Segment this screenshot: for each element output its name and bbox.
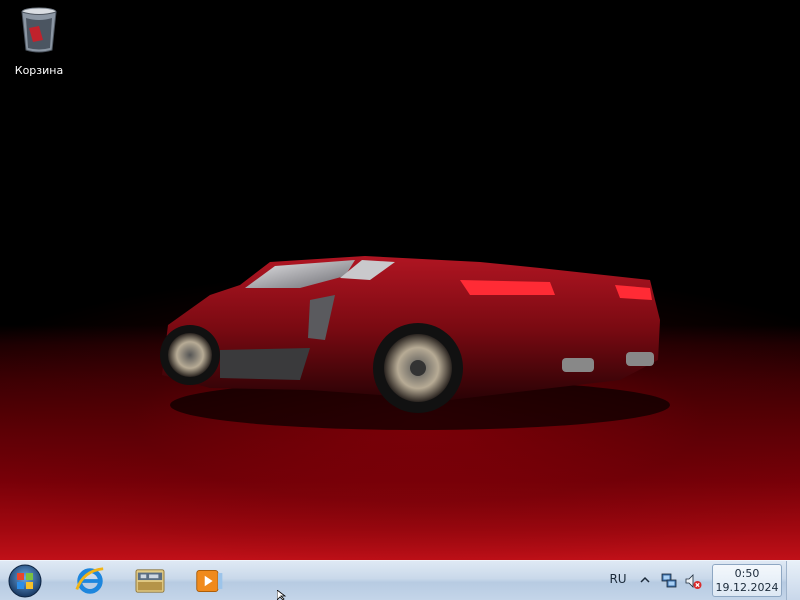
taskbar-explorer-button[interactable] bbox=[123, 562, 177, 599]
show-desktop-button[interactable] bbox=[786, 561, 800, 600]
wallpaper-car-image bbox=[160, 256, 670, 430]
clock-date: 19.12.2024 bbox=[715, 581, 779, 594]
file-explorer-icon bbox=[135, 568, 165, 593]
taskbar-media-player-button[interactable] bbox=[183, 562, 237, 599]
start-button[interactable] bbox=[6, 563, 44, 599]
clock-time: 0:50 bbox=[734, 567, 760, 580]
media-player-icon bbox=[196, 569, 223, 592]
language-indicator[interactable]: RU bbox=[604, 572, 632, 586]
network-icon[interactable] bbox=[660, 572, 678, 590]
taskbar-internet-explorer-button[interactable] bbox=[63, 562, 117, 599]
windows-logo-icon bbox=[8, 564, 42, 598]
clock[interactable]: 0:50 19.12.2024 bbox=[712, 564, 782, 597]
recycle-bin-icon bbox=[21, 7, 57, 53]
recycle-bin-label: Корзина bbox=[14, 64, 64, 77]
volume-muted-icon[interactable] bbox=[684, 572, 702, 590]
desktop[interactable]: Корзина RU 0:50 19.12.2024 bbox=[0, 0, 800, 600]
mouse-cursor-icon bbox=[277, 590, 287, 600]
taskbar: RU 0:50 19.12.2024 bbox=[0, 560, 800, 600]
desktop-icon-recycle-bin[interactable]: Корзина bbox=[8, 4, 70, 77]
internet-explorer-icon bbox=[75, 566, 104, 594]
chevron-up-icon[interactable] bbox=[640, 575, 650, 585]
